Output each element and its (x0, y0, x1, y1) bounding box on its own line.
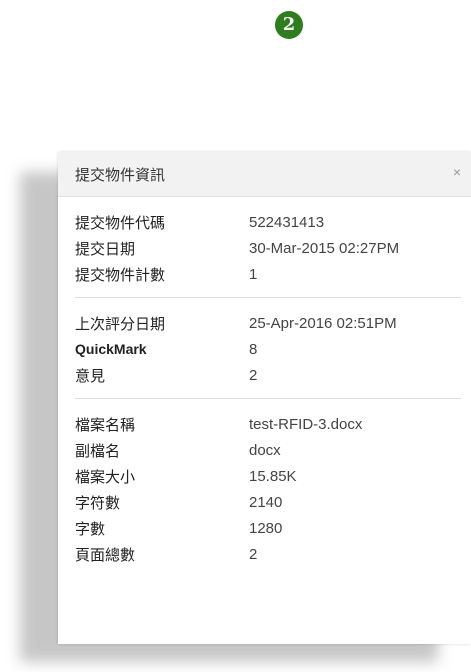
close-icon[interactable]: × (449, 164, 465, 180)
info-label: 提交物件計數 (75, 266, 166, 284)
info-label: 檔案名稱 (75, 416, 136, 434)
info-value: 2140 (249, 493, 283, 511)
info-label: 副檔名 (75, 442, 121, 460)
info-label: 上次評分日期 (75, 315, 166, 333)
info-value: 2 (249, 366, 258, 384)
info-row-word-count: 字數 1280 (75, 515, 461, 541)
info-label: 頁面總數 (75, 546, 136, 564)
info-label: 字數 (75, 520, 106, 538)
info-row-last-graded: 上次評分日期 25-Apr-2016 02:51PM (75, 310, 461, 336)
info-row-submission-id: 提交物件代碼 522431413 (75, 209, 461, 235)
grading-section: 上次評分日期 25-Apr-2016 02:51PM QuickMark 8 意… (58, 298, 471, 398)
info-row-page-count: 頁面總數 2 (75, 541, 461, 567)
file-section: 檔案名稱 test-RFID-3.docx 副檔名 docx 檔案大小 15.8… (58, 399, 471, 577)
info-value: test-RFID-3.docx (249, 415, 363, 433)
info-label: 提交物件代碼 (75, 214, 166, 232)
step-number-badge: 2 (275, 11, 303, 39)
submission-info-panel: 提交物件資訊 × 提交物件代碼 522431413 提交日期 30-Mar-20… (58, 152, 471, 644)
info-row-quickmark: QuickMark 8 (75, 336, 461, 362)
panel-title: 提交物件資訊 (75, 167, 166, 184)
info-label: 檔案大小 (75, 468, 136, 486)
info-label: QuickMark (75, 341, 147, 357)
info-value: 2 (249, 545, 258, 563)
info-value: 15.85K (249, 467, 297, 485)
info-row-file-name: 檔案名稱 test-RFID-3.docx (75, 411, 461, 437)
info-row-submission-date: 提交日期 30-Mar-2015 02:27PM (75, 235, 461, 261)
info-value: 8 (249, 340, 258, 358)
info-value: 1 (249, 265, 258, 283)
info-value: 30-Mar-2015 02:27PM (249, 239, 400, 257)
info-value: 25-Apr-2016 02:51PM (249, 314, 397, 332)
info-row-file-size: 檔案大小 15.85K (75, 463, 461, 489)
info-value: 1280 (249, 519, 283, 537)
info-label: 意見 (75, 367, 106, 385)
submission-section: 提交物件代碼 522431413 提交日期 30-Mar-2015 02:27P… (58, 197, 471, 297)
info-value: 522431413 (249, 213, 325, 231)
info-row-character-count: 字符數 2140 (75, 489, 461, 515)
info-value: docx (249, 441, 281, 459)
info-row-comments: 意見 2 (75, 362, 461, 388)
info-label: 提交日期 (75, 240, 136, 258)
screenshot-stage: 2 提交物件資訊 × 提交物件代碼 522431413 提交日期 30-Mar-… (0, 0, 471, 672)
panel-header: 提交物件資訊 × (58, 152, 471, 197)
info-row-file-extension: 副檔名 docx (75, 437, 461, 463)
info-label: 字符數 (75, 494, 121, 512)
info-row-submission-count: 提交物件計數 1 (75, 261, 461, 287)
